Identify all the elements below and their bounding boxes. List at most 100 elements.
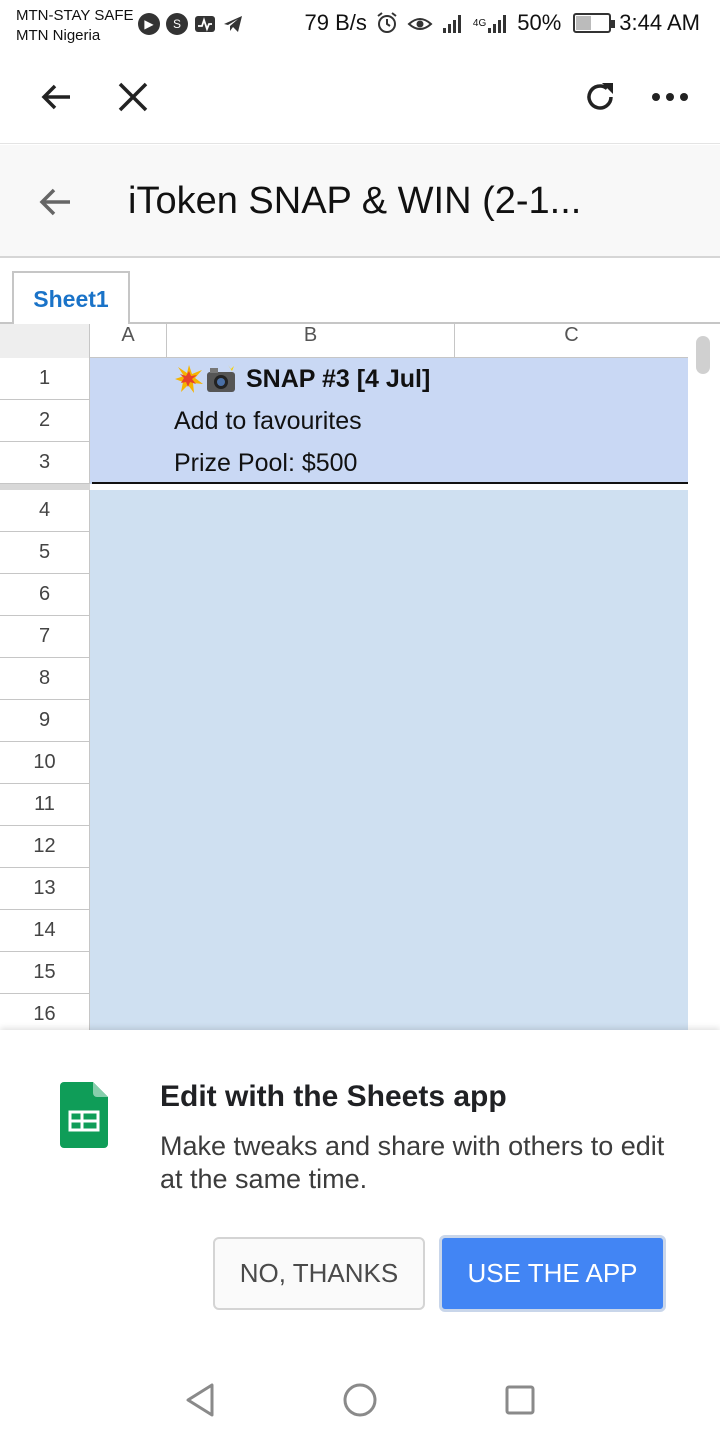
use-the-app-button[interactable]: USE THE APP xyxy=(439,1235,666,1312)
column-header-c[interactable]: C xyxy=(455,324,688,358)
cell-a11[interactable] xyxy=(90,784,167,826)
table-row: 1 SNAP #3 [4 Jul] xyxy=(0,358,688,400)
sheets-app-icon xyxy=(60,1082,108,1153)
row-header[interactable]: 14 xyxy=(0,910,90,952)
table-row: 11 xyxy=(0,784,688,826)
row-header[interactable]: 15 xyxy=(0,952,90,994)
cell-c9[interactable] xyxy=(455,700,688,742)
cell-b3[interactable]: Prize Pool: $500 xyxy=(167,442,455,484)
carrier-info: MTN-STAY SAFE MTN Nigeria xyxy=(16,6,134,46)
row-header[interactable]: 11 xyxy=(0,784,90,826)
battery-percent: 50% xyxy=(517,10,562,35)
cell-b1-text: SNAP #3 [4 Jul] xyxy=(246,364,431,393)
row-header[interactable]: 4 xyxy=(0,490,90,532)
frozen-row-shade xyxy=(0,484,90,490)
cell-a16[interactable] xyxy=(90,994,167,1030)
cell-b12[interactable] xyxy=(167,826,455,868)
cell-a6[interactable] xyxy=(90,574,167,616)
more-dots-icon[interactable] xyxy=(645,72,695,122)
cell-b7[interactable] xyxy=(167,616,455,658)
cell-b2[interactable]: Add to favourites xyxy=(167,400,455,442)
cell-c13[interactable] xyxy=(455,868,688,910)
row-header[interactable]: 10 xyxy=(0,742,90,784)
row-header[interactable]: 7 xyxy=(0,616,90,658)
doc-back-arrow-icon[interactable] xyxy=(30,177,80,227)
vertical-scrollbar[interactable] xyxy=(696,336,710,374)
cell-a13[interactable] xyxy=(90,868,167,910)
cell-a8[interactable] xyxy=(90,658,167,700)
cell-a5[interactable] xyxy=(90,532,167,574)
row-header[interactable]: 16 xyxy=(0,994,90,1030)
cell-a7[interactable] xyxy=(90,616,167,658)
cell-c4[interactable] xyxy=(455,490,688,532)
cell-c1[interactable] xyxy=(455,358,688,400)
cell-b9[interactable] xyxy=(167,700,455,742)
cell-a3[interactable] xyxy=(90,442,167,484)
cell-b1[interactable]: SNAP #3 [4 Jul] xyxy=(167,358,455,400)
s-icon: S xyxy=(166,13,188,35)
doc-title: iToken SNAP & WIN (2-1... xyxy=(128,180,582,222)
cell-b13[interactable] xyxy=(167,868,455,910)
cell-a14[interactable] xyxy=(90,910,167,952)
row-header[interactable]: 12 xyxy=(0,826,90,868)
row-header[interactable]: 6 xyxy=(0,574,90,616)
cell-b16[interactable] xyxy=(167,994,455,1030)
table-row: 8 xyxy=(0,658,688,700)
cell-c10[interactable] xyxy=(455,742,688,784)
cell-a4[interactable] xyxy=(90,490,167,532)
cell-b11[interactable] xyxy=(167,784,455,826)
spreadsheet-grid[interactable]: A B C 1 SNAP #3 [4 Jul] 2 Add to favourites… xyxy=(0,324,720,1030)
cell-b8[interactable] xyxy=(167,658,455,700)
row-header[interactable]: 5 xyxy=(0,532,90,574)
cell-c14[interactable] xyxy=(455,910,688,952)
battery-icon xyxy=(573,13,616,33)
table-row: 12 xyxy=(0,826,688,868)
alarm-icon xyxy=(375,11,399,35)
cell-c16[interactable] xyxy=(455,994,688,1030)
sheet-tab-row: Sheet1 xyxy=(0,258,720,326)
refresh-icon[interactable] xyxy=(575,72,625,122)
nav-recents-icon[interactable] xyxy=(498,1380,542,1420)
cell-c7[interactable] xyxy=(455,616,688,658)
row-header[interactable]: 3 xyxy=(0,442,90,484)
cell-b10[interactable] xyxy=(167,742,455,784)
cell-b6[interactable] xyxy=(167,574,455,616)
cell-b14[interactable] xyxy=(167,910,455,952)
cell-c2[interactable] xyxy=(455,400,688,442)
cell-b15[interactable] xyxy=(167,952,455,994)
cell-b5[interactable] xyxy=(167,532,455,574)
row-header[interactable]: 13 xyxy=(0,868,90,910)
cell-c8[interactable] xyxy=(455,658,688,700)
cell-c3[interactable] xyxy=(455,442,688,484)
cell-a2[interactable] xyxy=(90,400,167,442)
app-promo-sheet: Edit with the Sheets app Make tweaks and… xyxy=(0,1030,720,1360)
cell-a1[interactable] xyxy=(90,358,167,400)
table-row: 15 xyxy=(0,952,688,994)
cell-a10[interactable] xyxy=(90,742,167,784)
grid-corner[interactable] xyxy=(0,324,90,358)
nav-back-icon[interactable] xyxy=(178,1380,222,1420)
cell-c12[interactable] xyxy=(455,826,688,868)
cell-c15[interactable] xyxy=(455,952,688,994)
cell-a12[interactable] xyxy=(90,826,167,868)
clock: 3:44 AM xyxy=(619,10,700,35)
tab-sheet1[interactable]: Sheet1 xyxy=(12,271,130,326)
cell-a9[interactable] xyxy=(90,700,167,742)
back-arrow-icon[interactable] xyxy=(31,72,81,122)
cell-a15[interactable] xyxy=(90,952,167,994)
system-nav-bar xyxy=(0,1360,720,1440)
row-header[interactable]: 8 xyxy=(0,658,90,700)
no-thanks-button[interactable]: NO, THANKS xyxy=(213,1237,425,1310)
cell-c5[interactable] xyxy=(455,532,688,574)
column-header-b[interactable]: B xyxy=(167,324,455,358)
cell-c11[interactable] xyxy=(455,784,688,826)
cell-c6[interactable] xyxy=(455,574,688,616)
row-header[interactable]: 9 xyxy=(0,700,90,742)
nav-home-icon[interactable] xyxy=(338,1380,382,1420)
cell-b4[interactable] xyxy=(167,490,455,532)
close-icon[interactable] xyxy=(108,72,158,122)
row-header[interactable]: 1 xyxy=(0,358,90,400)
row-header[interactable]: 2 xyxy=(0,400,90,442)
promo-title: Edit with the Sheets app xyxy=(160,1080,507,1113)
column-header-a[interactable]: A xyxy=(90,324,167,358)
